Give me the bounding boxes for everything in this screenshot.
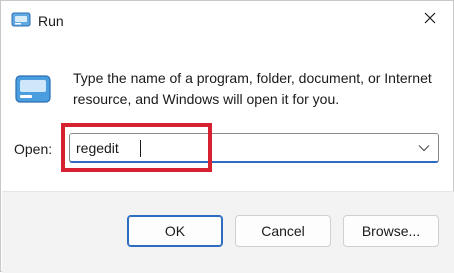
chevron-down-icon [418,139,430,157]
window-title: Run [38,13,64,29]
run-icon [11,12,31,28]
cancel-button[interactable]: Cancel [235,215,331,247]
close-icon [424,11,436,29]
title-bar: Run [1,1,453,39]
text-caret [140,140,141,157]
ok-button[interactable]: OK [127,215,223,247]
open-label: Open: [14,141,53,157]
browse-button[interactable]: Browse... [343,215,439,247]
program-icon [15,75,51,103]
open-input[interactable] [76,138,406,158]
close-button[interactable] [407,1,453,39]
description-text: Type the name of a program, folder, docu… [73,70,432,107]
dropdown-button[interactable] [412,136,436,160]
run-dialog: Run Type the name of a program, folder, … [0,0,454,273]
open-combobox[interactable] [69,133,439,163]
